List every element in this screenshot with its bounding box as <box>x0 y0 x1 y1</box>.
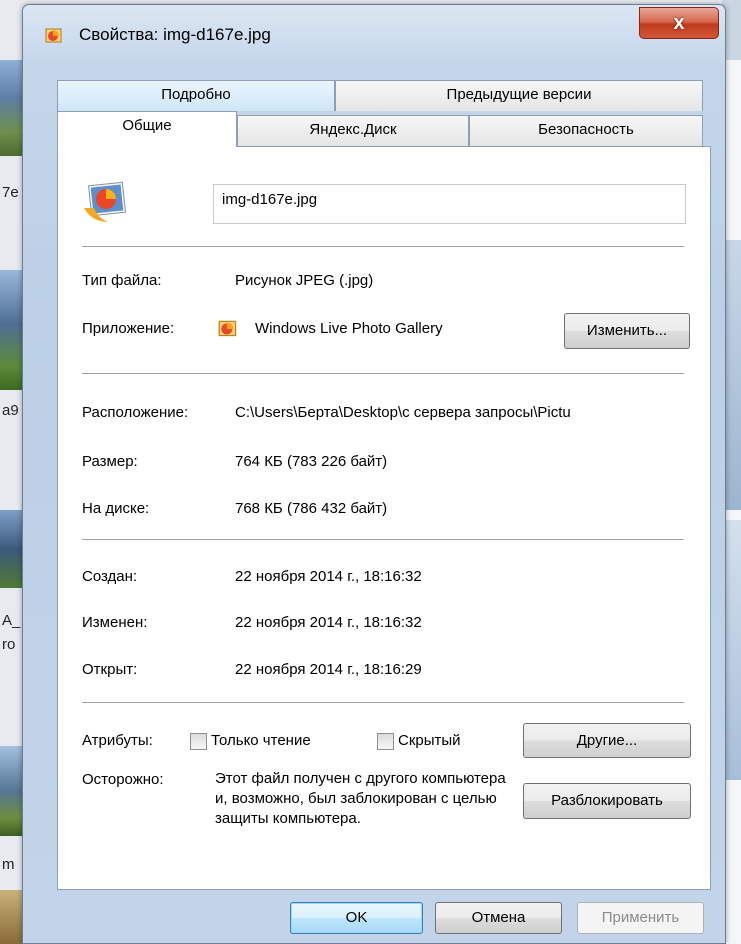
filename-fragment: m <box>2 856 15 873</box>
disk-size-label: На диске: <box>82 500 150 517</box>
separator <box>82 246 684 247</box>
tab-yandex-disk[interactable]: Яндекс.Диск <box>237 115 469 146</box>
separator <box>82 702 684 703</box>
separator <box>82 539 684 540</box>
hidden-label[interactable]: Скрытый <box>398 732 461 749</box>
hidden-checkbox[interactable] <box>377 733 394 750</box>
file-type-value: Рисунок JPEG (.jpg) <box>235 272 374 289</box>
photo-gallery-icon <box>45 28 62 43</box>
tab-label: Предыдущие версии <box>446 86 592 103</box>
unblock-button[interactable]: Разблокировать <box>523 783 691 819</box>
general-panel: img-d167e.jpg Тип файла: Рисунок JPEG (.… <box>57 146 711 890</box>
created-label: Создан: <box>82 568 138 585</box>
filename-fragment: 7e <box>2 184 19 201</box>
ok-button[interactable]: OK <box>290 902 423 934</box>
tab-label: Безопасность <box>538 121 634 138</box>
apply-button: Применить <box>577 902 704 934</box>
location-label: Расположение: <box>82 404 189 421</box>
app-label: Приложение: <box>82 320 175 337</box>
size-value: 764 КБ (783 226 байт) <box>235 453 388 470</box>
title-bar[interactable]: Свойства: img-d167e.jpg x <box>23 5 725 55</box>
location-value: C:\Users\Берта\Desktop\с сервера запросы… <box>235 404 571 421</box>
window-title: Свойства: img-d167e.jpg <box>79 25 271 44</box>
filename-fragment: ro <box>2 636 16 653</box>
disk-size-value: 768 КБ (786 432 байт) <box>235 500 388 517</box>
filename-fragment: A_ <box>2 612 21 629</box>
modified-value: 22 ноября 2014 г., 18:16:32 <box>235 614 422 631</box>
tab-security[interactable]: Безопасность <box>469 115 703 146</box>
app-value: Windows Live Photo Gallery <box>255 320 443 337</box>
readonly-checkbox[interactable] <box>190 733 207 750</box>
change-button[interactable]: Изменить... <box>564 313 690 349</box>
jpeg-file-icon <box>84 181 127 222</box>
tab-previous-versions[interactable]: Предыдущие версии <box>335 80 703 111</box>
filename-fragment: a9 <box>2 402 19 419</box>
readonly-label[interactable]: Только чтение <box>211 732 311 749</box>
opened-label: Открыт: <box>82 661 138 678</box>
warning-label: Осторожно: <box>82 771 164 788</box>
file-type-label: Тип файла: <box>82 272 162 289</box>
tab-label: Подробно <box>161 86 231 103</box>
attributes-label: Атрибуты: <box>82 732 153 749</box>
warning-text: Этот файл получен с другого компьютера и… <box>215 770 506 827</box>
photo-gallery-icon <box>218 320 237 337</box>
properties-dialog: Свойства: img-d167e.jpg x Подробно Преды… <box>22 4 726 944</box>
created-value: 22 ноября 2014 г., 18:16:32 <box>235 568 422 585</box>
other-attributes-button[interactable]: Другие... <box>523 723 691 758</box>
tab-details[interactable]: Подробно <box>57 80 335 111</box>
separator <box>82 373 684 374</box>
modified-label: Изменен: <box>82 614 148 631</box>
tab-general[interactable]: Общие <box>57 111 237 147</box>
tab-label: Общие <box>122 117 172 134</box>
close-button[interactable]: x <box>639 7 719 39</box>
opened-value: 22 ноября 2014 г., 18:16:29 <box>235 661 422 678</box>
cancel-button[interactable]: Отмена <box>435 902 562 934</box>
tab-label: Яндекс.Диск <box>309 121 397 138</box>
file-name-input[interactable]: img-d167e.jpg <box>213 184 686 224</box>
size-label: Размер: <box>82 453 138 470</box>
